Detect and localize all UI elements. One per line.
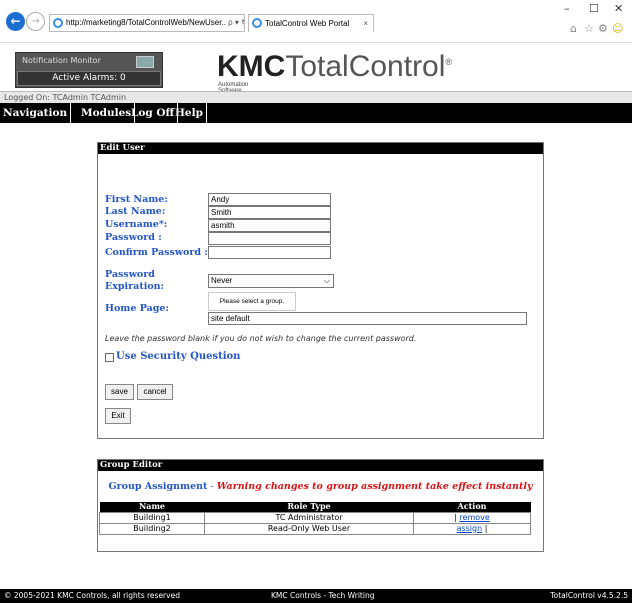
username-input[interactable]: asmith	[208, 219, 331, 232]
address-bar[interactable]: http://marketing8/TotalControlWeb/NewUse…	[49, 14, 245, 32]
row-role: TC Administrator	[204, 511, 414, 524]
minimize-icon[interactable]: –	[564, 2, 570, 15]
assign-link[interactable]: assign	[457, 524, 483, 533]
row-role: Read-Only Web User	[204, 522, 414, 535]
group-table: Name Role Type Action Building1 TC Admin…	[99, 502, 531, 535]
col-role-type: Role Type	[204, 502, 414, 512]
select-group-button[interactable]: Please select a group.	[208, 292, 296, 311]
brand-reg: ®	[445, 57, 453, 67]
table-row: Building1 TC Administrator | remove	[99, 511, 531, 524]
smiley-feedback-icon[interactable]: ☺	[612, 22, 623, 35]
username-label: Username*:	[105, 219, 168, 230]
favorites-star-icon[interactable]: ☆	[584, 22, 594, 35]
main-menu: Navigation Modules Log Off Help	[0, 103, 632, 123]
forward-arrow-icon[interactable]: →	[26, 12, 45, 31]
menu-help[interactable]: Help	[172, 103, 207, 123]
remove-link[interactable]: remove	[459, 513, 489, 522]
row-action: assign |	[413, 522, 531, 535]
expiration-value: Never	[211, 276, 233, 285]
exit-button[interactable]: Exit	[105, 408, 131, 424]
row-name: Building2	[99, 522, 205, 535]
active-alarms[interactable]: Active Alarms: 0	[17, 71, 161, 86]
ie-logo-icon	[53, 18, 63, 28]
footer-copyright: © 2005-2021 KMC Controls, all rights res…	[4, 591, 180, 600]
first-name-input[interactable]: Andy	[208, 193, 331, 206]
browser-chrome: ← → http://marketing8/TotalControlWeb/Ne…	[0, 0, 632, 43]
tab-title: TotalControl Web Portal	[265, 19, 350, 28]
confirm-password-label: Confirm Password :	[105, 247, 208, 258]
brand-bold: KMC	[217, 50, 286, 83]
chevron-down-icon: ⌵	[323, 276, 330, 285]
menu-modules[interactable]: Modules	[78, 103, 136, 123]
menu-navigation[interactable]: Navigation	[0, 103, 72, 123]
group-editor-title: Group Editor	[98, 460, 543, 471]
menu-logoff[interactable]: Log Off	[128, 103, 179, 123]
group-assignment-header: Group Assignment - Warning changes to gr…	[98, 481, 543, 492]
security-question-label[interactable]: Use Security Question	[116, 351, 240, 362]
password-hint: Leave the password blank if you do not w…	[105, 334, 417, 343]
cancel-button[interactable]: cancel	[137, 384, 173, 400]
password-expiration-label-1: Password	[105, 269, 155, 280]
brand-name: KMCTotalControl®	[217, 50, 452, 84]
group-assignment-label: Group Assignment	[108, 481, 208, 492]
home-page-input[interactable]: site default	[208, 312, 527, 325]
row-action: | remove	[413, 511, 531, 524]
notification-title: Notification Monitor	[22, 56, 101, 65]
home-page-label: Home Page:	[105, 303, 169, 314]
close-window-icon[interactable]: ✕	[614, 2, 623, 15]
tab-close-icon[interactable]: ×	[363, 15, 368, 32]
group-editor-panel: Group Editor Group Assignment - Warning …	[97, 459, 544, 552]
home-icon[interactable]: ⌂	[570, 22, 577, 35]
footer-site: KMC Controls - Tech Writing	[271, 591, 375, 600]
password-expiration-label-2: Expiration:	[105, 281, 165, 292]
settings-gear-icon[interactable]: ⚙	[598, 22, 608, 35]
action-separator: |	[482, 523, 488, 533]
last-name-label: Last Name:	[105, 206, 166, 217]
maximize-icon[interactable]: ☐	[589, 2, 599, 15]
save-button[interactable]: save	[105, 384, 134, 400]
signal-bars-icon	[136, 56, 154, 68]
password-label: Password :	[105, 232, 162, 243]
brand-light: TotalControl	[285, 50, 446, 83]
table-row: Building2 Read-Only Web User assign |	[99, 522, 531, 535]
ie-logo-icon	[252, 18, 262, 28]
first-name-label: First Name:	[105, 194, 168, 205]
last-name-input[interactable]: Smith	[208, 206, 331, 219]
logged-on-status: Logged On: TCAdmin TCAdmin	[0, 91, 632, 103]
footer: © 2005-2021 KMC Controls, all rights res…	[0, 589, 632, 603]
search-refresh-icon[interactable]: ρ ▾ ↻	[228, 18, 244, 27]
password-expiration-select[interactable]: Never ⌵	[208, 274, 334, 288]
security-question-checkbox[interactable]	[105, 353, 114, 362]
group-warning: Warning changes to group assignment take…	[216, 481, 533, 492]
confirm-password-input[interactable]	[208, 246, 331, 259]
col-action: Action	[413, 502, 531, 512]
edit-user-panel: Edit User First Name: Andy Last Name: Sm…	[97, 142, 544, 439]
row-name: Building1	[99, 511, 205, 524]
browser-tab[interactable]: TotalControl Web Portal ×	[248, 14, 374, 32]
password-input[interactable]	[208, 232, 331, 245]
col-name: Name	[99, 502, 205, 512]
group-assignment-dash: -	[207, 481, 217, 492]
edit-user-title: Edit User	[98, 143, 543, 154]
back-arrow-icon[interactable]: ←	[6, 12, 25, 31]
footer-version: TotalControl v4.5.2.5	[550, 591, 628, 600]
address-url: http://marketing8/TotalControlWeb/NewUse…	[66, 18, 226, 27]
notification-monitor[interactable]: Notification Monitor Active Alarms: 0	[15, 52, 163, 88]
